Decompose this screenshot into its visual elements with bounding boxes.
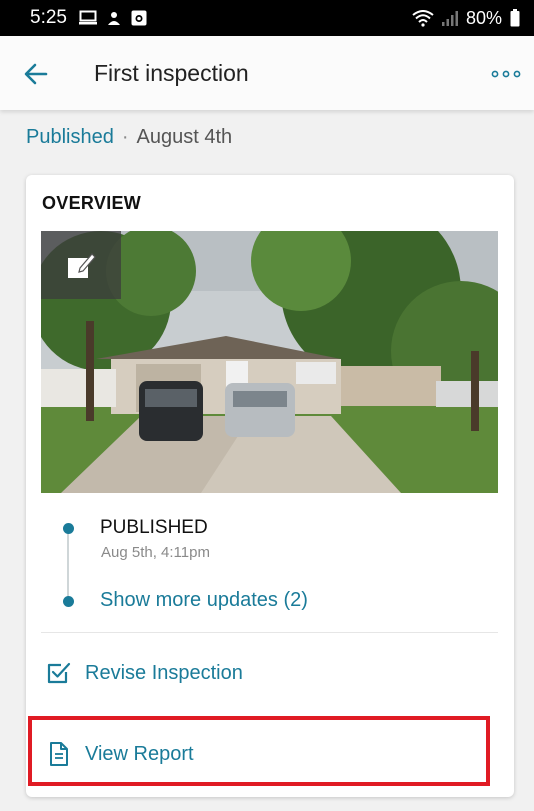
arrow-left-icon[interactable]: [22, 60, 50, 88]
revise-inspection-label: Revise Inspection: [85, 661, 243, 684]
edit-icon: [68, 253, 96, 278]
property-photo[interactable]: [41, 231, 498, 493]
timeline-timestamp: Aug 5th, 4:11pm: [101, 544, 210, 561]
more-horizontal-icon[interactable]: [490, 68, 522, 80]
page-title: First inspection: [94, 60, 249, 86]
camera-icon: [131, 10, 147, 26]
timeline-status: PUBLISHED: [100, 517, 208, 538]
battery-icon: [510, 9, 520, 27]
status-time: 5:25: [30, 7, 67, 28]
overview-card: OVERVIEW PUBLISHED Aug 5th, 4:11pm Show …: [26, 175, 514, 797]
edit-photo-button[interactable]: [41, 231, 121, 299]
meta-separator: ·: [121, 126, 129, 148]
monitor-icon: [78, 10, 97, 25]
document-icon: [50, 742, 68, 766]
timeline-dot: [63, 523, 74, 534]
inspection-date: August 4th: [136, 126, 233, 148]
view-report-label: View Report: [85, 742, 194, 765]
show-more-updates-link[interactable]: Show more updates (2): [100, 589, 308, 612]
view-report-button[interactable]: View Report: [26, 724, 514, 784]
revise-inspection-button[interactable]: Revise Inspection: [26, 643, 514, 703]
wifi-icon: [412, 9, 434, 27]
battery-percent: 80%: [465, 7, 502, 28]
divider: [41, 632, 498, 633]
status-bar: 5:25 80%: [0, 0, 534, 36]
overview-title: OVERVIEW: [42, 193, 142, 213]
published-status[interactable]: Published: [26, 126, 114, 149]
app-bar: First inspection: [0, 36, 534, 110]
checkbox-edit-icon: [47, 662, 71, 684]
timeline-line: [67, 530, 69, 602]
signal-icon: [441, 11, 458, 26]
cloud-upload-icon: [107, 12, 120, 25]
timeline-dot: [63, 596, 74, 607]
inspection-meta: Published · August 4th: [26, 126, 232, 149]
